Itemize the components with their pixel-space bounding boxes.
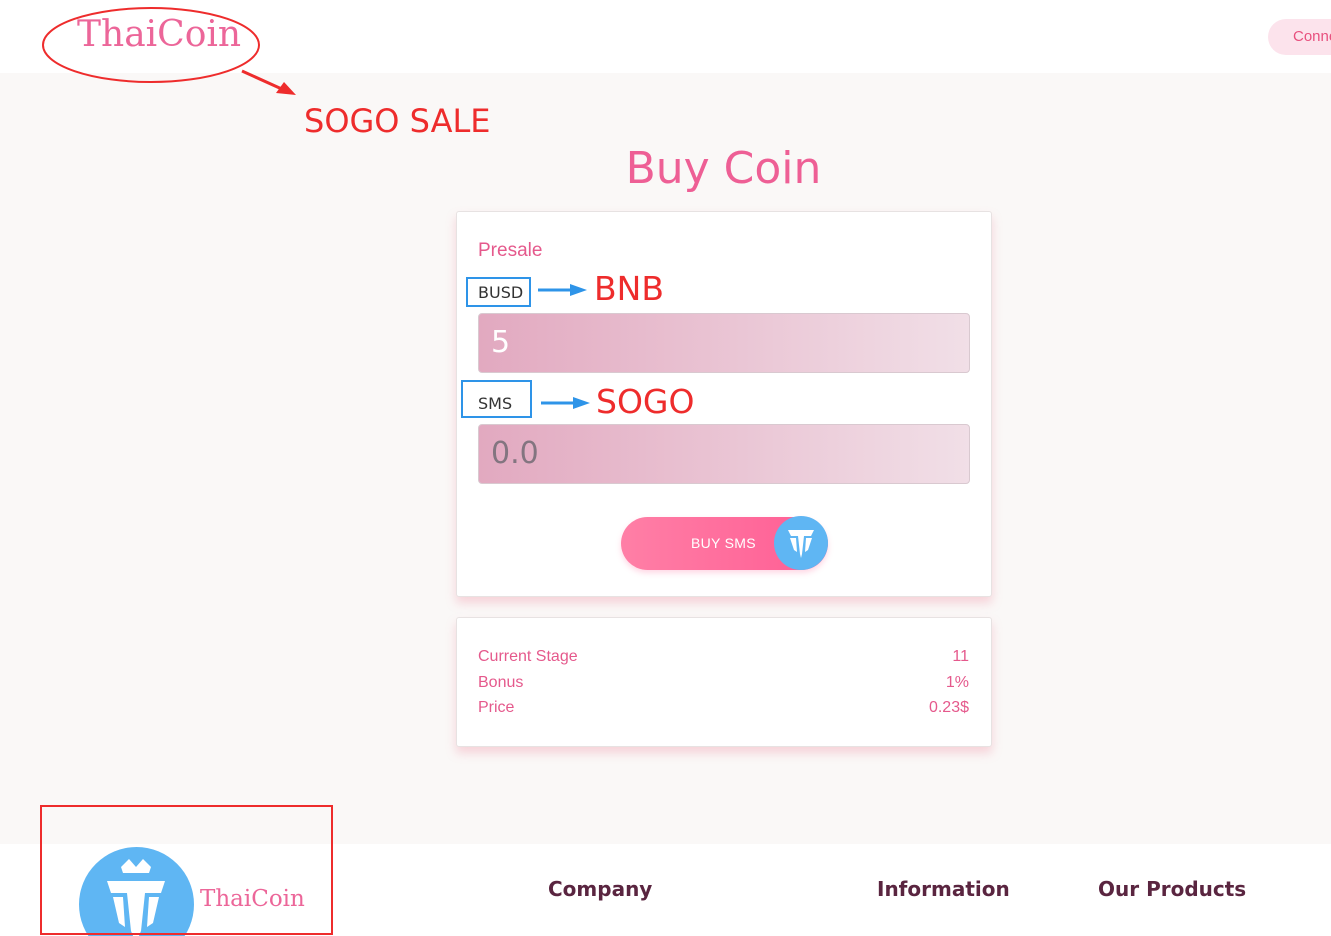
- annotation-overlay: [40, 7, 590, 935]
- bnb-annotation: BNB: [594, 269, 664, 308]
- sale-arrow: [241, 69, 285, 92]
- sms-highlight-box: [461, 380, 532, 418]
- logo-highlight-ellipse: [42, 7, 260, 83]
- sogo-annotation: SOGO: [596, 382, 695, 421]
- sogo-sale-annotation: SOGO SALE: [304, 102, 491, 140]
- bnb-arrow-head: [570, 284, 587, 296]
- footer-logo-highlight-box: [40, 805, 333, 935]
- busd-highlight-box: [466, 277, 531, 307]
- sogo-arrow-head: [573, 397, 590, 409]
